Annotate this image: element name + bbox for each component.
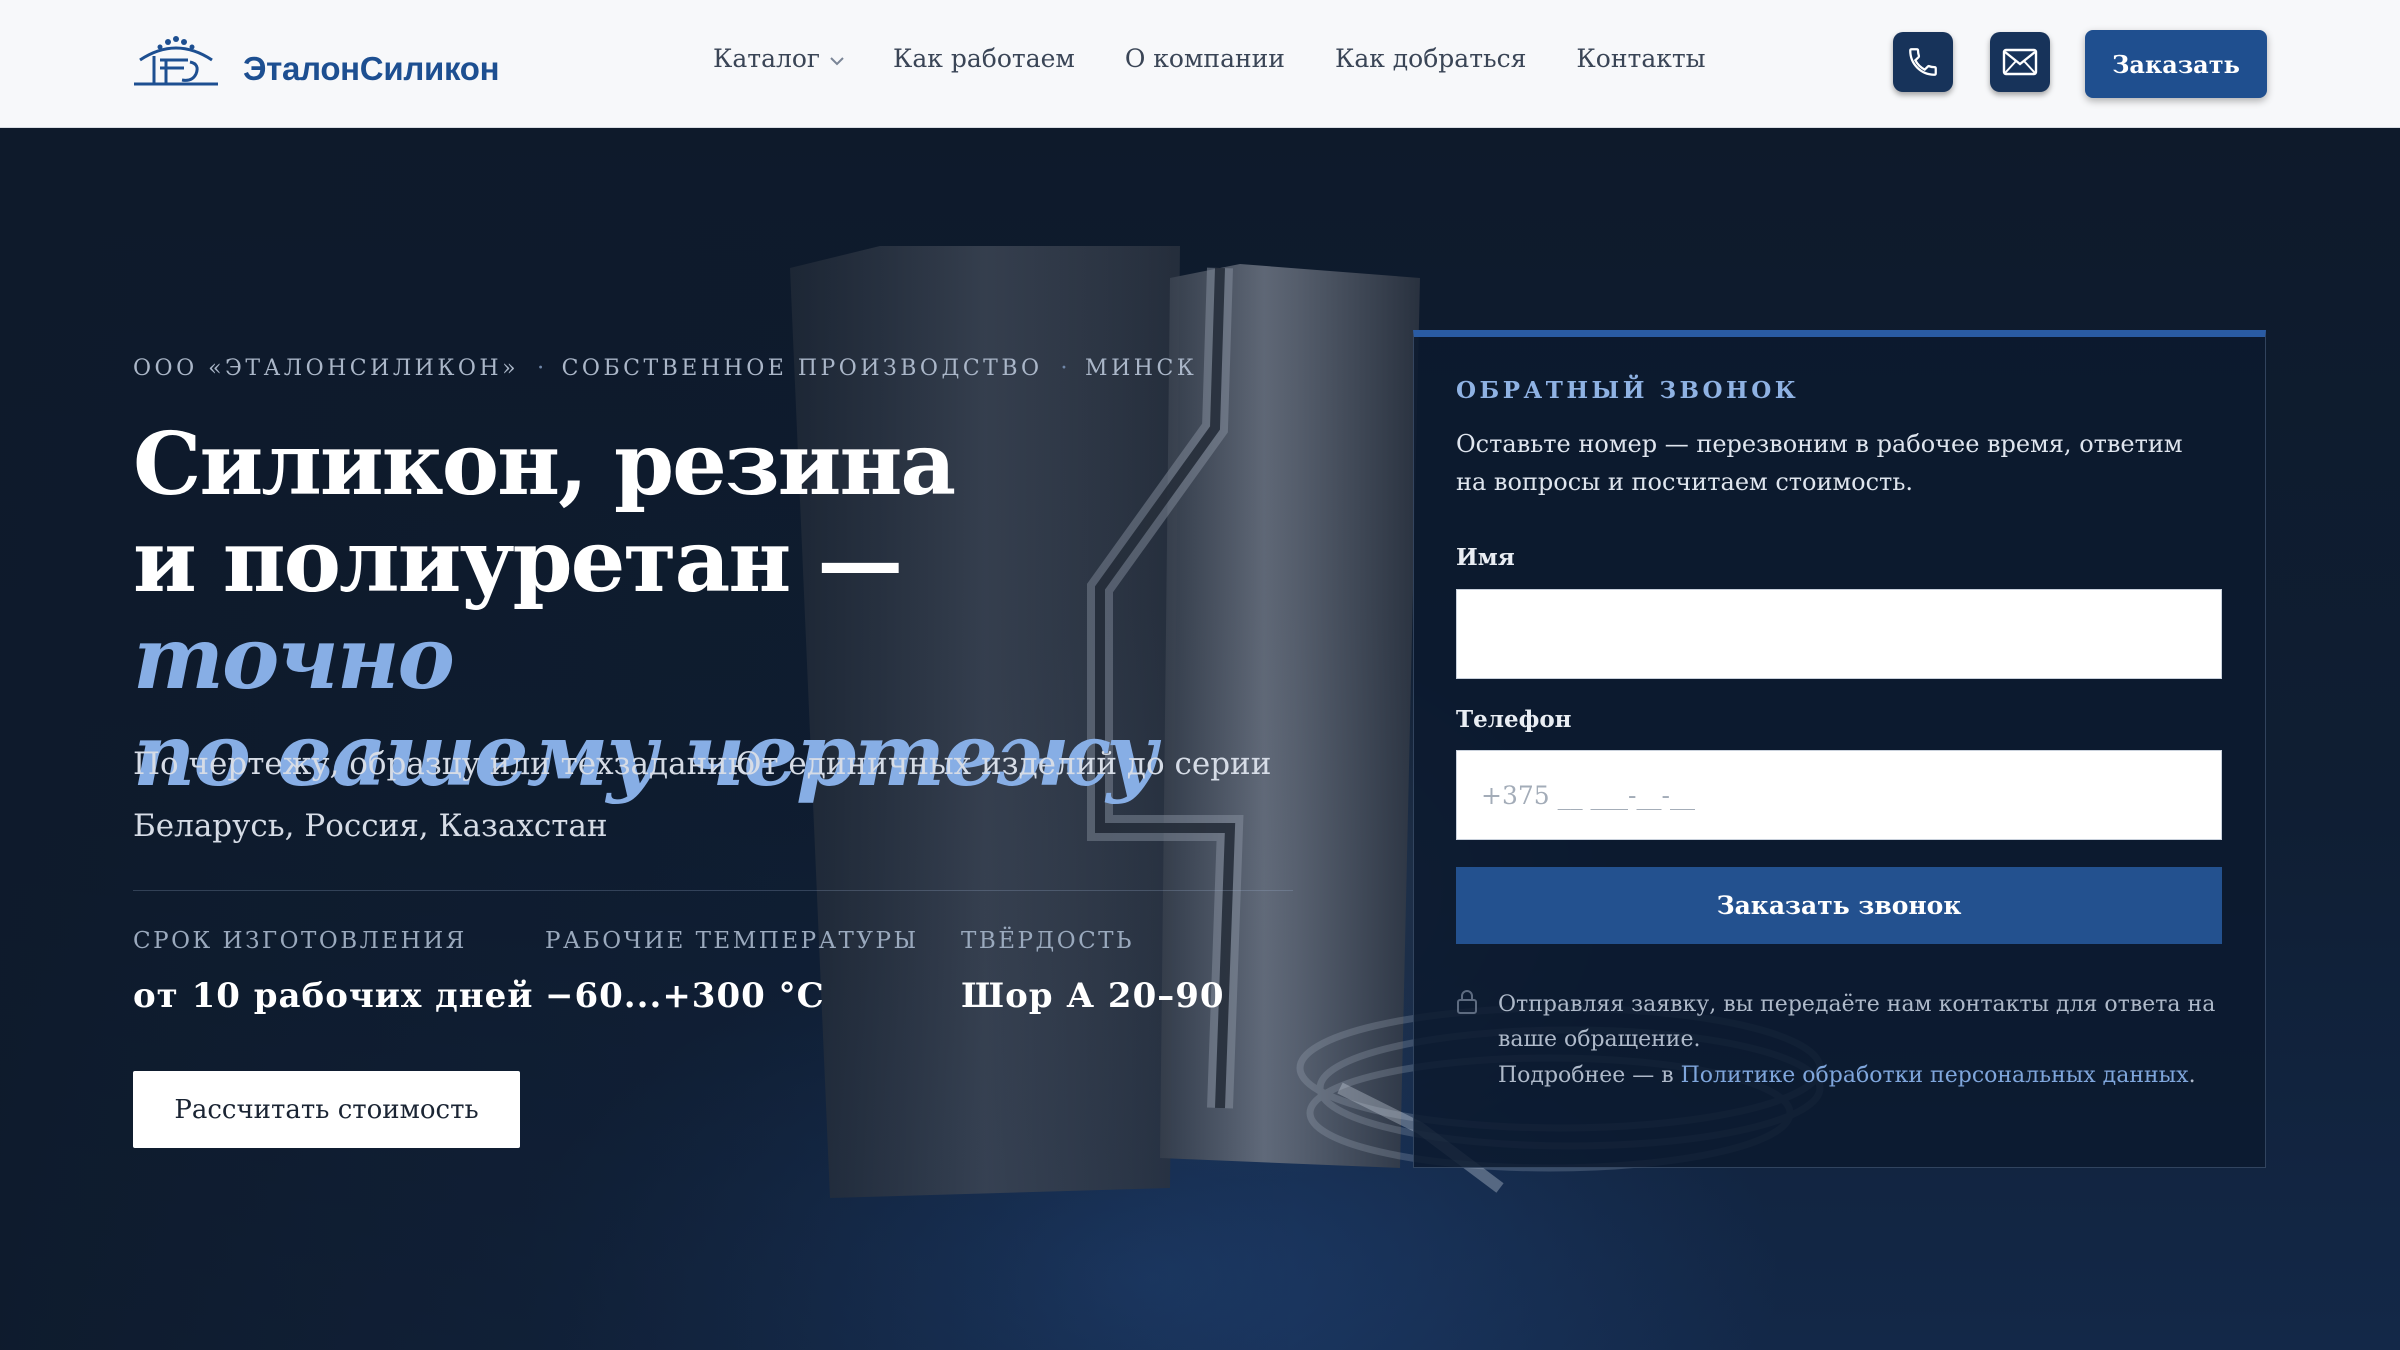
chevron-down-icon — [830, 56, 844, 65]
nav-directions[interactable]: Как добраться — [1335, 44, 1526, 73]
main-nav: Каталог Как работаем О компании Как добр… — [713, 44, 1706, 73]
phone-label: Телефон — [1456, 706, 1572, 733]
hero-tag: Беларусь, Россия, Казахстан — [133, 808, 608, 844]
headline-accent-1: точно — [133, 608, 455, 709]
eyebrow-separator: · — [537, 356, 548, 381]
callback-form: ОБРАТНЫЙ ЗВОНОК Оставьте номер — перезво… — [1413, 330, 2266, 1168]
eyebrow-company: ООО «ЭТАЛОНСИЛИКОН» — [133, 356, 520, 381]
site-header: ЭталонСиликон Каталог Как работаем О ком… — [0, 0, 2400, 128]
eyebrow-production: СОБСТВЕННОЕ ПРОИЗВОДСТВО — [561, 356, 1043, 381]
consent-suffix: . — [2188, 1063, 2196, 1088]
brand-name: ЭталонСиликон — [243, 50, 500, 87]
eyebrow-separator: · — [1060, 356, 1072, 381]
calculate-cost-button[interactable]: Рассчитать стоимость — [133, 1071, 520, 1148]
logo-emblem-icon — [134, 36, 218, 86]
nav-how-we-work[interactable]: Как работаем — [893, 44, 1075, 73]
nav-catalog-label: Каталог — [713, 44, 821, 73]
nav-about[interactable]: О компании — [1125, 44, 1285, 73]
mail-icon — [2002, 48, 2038, 76]
lock-icon — [1457, 990, 1477, 1014]
stat-value: Шор А 20–90 — [961, 976, 1225, 1016]
hero-section: ООО «ЭТАЛОНСИЛИКОН» · СОБСТВЕННОЕ ПРОИЗВОД… — [0, 128, 2400, 1350]
privacy-policy-link[interactable]: Политике обработки персональных данных — [1681, 1063, 2189, 1088]
hero-divider — [133, 890, 1293, 891]
consent-text: Отправляя заявку, вы передаёте нам конта… — [1498, 992, 2216, 1052]
eyebrow-city: МИНСК — [1085, 356, 1198, 381]
callback-description: Оставьте номер — перезвоним в рабочее вр… — [1456, 430, 2183, 496]
stat-label: РАБОЧИЕ ТЕМПЕРАТУРЫ — [545, 928, 919, 954]
hero-tag: От единичных изделий до серии — [736, 746, 1272, 782]
stat-value: от 10 рабочих дней — [133, 976, 534, 1016]
hero-eyebrow: ООО «ЭТАЛОНСИЛИКОН» · СОБСТВЕННОЕ ПРОИЗВОД… — [133, 356, 1197, 381]
phone-input[interactable] — [1456, 750, 2222, 840]
stat-label: ТВЁРДОСТЬ — [961, 928, 1134, 954]
stat-value: −60...+300 °C — [545, 976, 825, 1016]
stat-hardness: ТВЁРДОСТЬ Шор А 20–90 — [961, 928, 1225, 1016]
stat-lead-time: СРОК ИЗГОТОВЛЕНИЯ от 10 рабочих дней — [133, 928, 534, 1016]
hero-tag: По чертежу, образцу или техзаданию — [133, 746, 755, 782]
phone-icon — [1909, 48, 1937, 76]
headline-line2: и полиуретан — — [133, 511, 903, 612]
stat-temperature: РАБОЧИЕ ТЕМПЕРАТУРЫ −60...+300 °C — [545, 928, 919, 1016]
name-input[interactable] — [1456, 589, 2222, 679]
nav-contacts[interactable]: Контакты — [1576, 44, 1705, 73]
callback-title: ОБРАТНЫЙ ЗВОНОК — [1456, 377, 1800, 404]
consent-more: Подробнее — в Политике обработки персона… — [1498, 1063, 2238, 1088]
phone-button[interactable] — [1893, 32, 1953, 92]
order-button[interactable]: Заказать — [2085, 30, 2267, 98]
brand-logo[interactable]: ЭталонСиликон — [130, 30, 530, 96]
headline-line1: Силикон, резина — [133, 414, 956, 515]
mail-button[interactable] — [1990, 32, 2050, 92]
stat-label: СРОК ИЗГОТОВЛЕНИЯ — [133, 928, 467, 954]
nav-catalog[interactable]: Каталог — [713, 44, 845, 73]
request-call-button[interactable]: Заказать звонок — [1456, 867, 2222, 944]
consent-prefix: Подробнее — в — [1498, 1063, 1681, 1088]
name-label: Имя — [1456, 544, 1515, 571]
